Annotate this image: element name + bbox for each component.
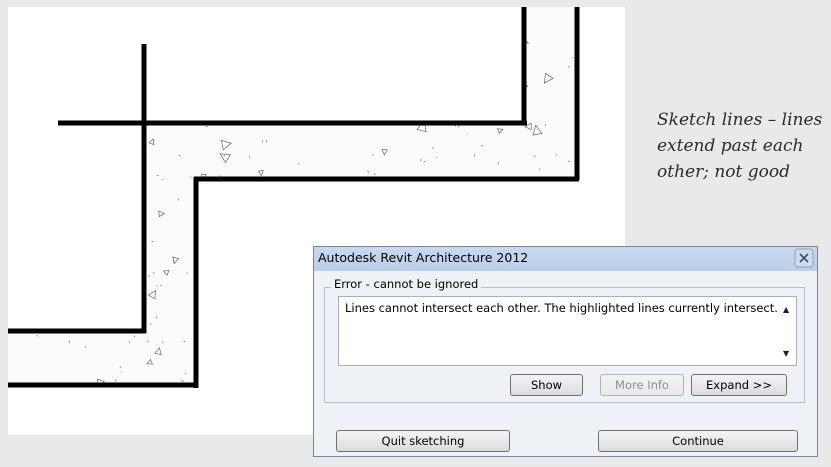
caption-line-1: Sketch lines – lines	[657, 110, 823, 130]
expand-button[interactable]: Expand >>	[691, 374, 787, 396]
close-icon[interactable]	[794, 248, 814, 268]
annotation-caption: Sketch lines – lines extend past each ot…	[657, 107, 831, 185]
scroll-up-arrow-icon[interactable]: ▲	[783, 305, 789, 314]
show-button[interactable]: Show	[510, 374, 583, 396]
continue-button[interactable]: Continue	[598, 430, 798, 452]
dialog-title: Autodesk Revit Architecture 2012	[318, 250, 529, 265]
error-dialog: Autodesk Revit Architecture 2012 Error -…	[313, 246, 818, 457]
caption-line-3: other; not good	[657, 162, 790, 182]
error-group-label: Error - cannot be ignored	[331, 277, 482, 291]
quit-sketching-button[interactable]: Quit sketching	[336, 430, 510, 452]
error-message-box[interactable]: Lines cannot intersect each other. The h…	[338, 296, 797, 366]
error-message-text: Lines cannot intersect each other. The h…	[345, 301, 778, 315]
scroll-down-arrow-icon[interactable]: ▼	[783, 349, 789, 358]
caption-line-2: extend past each	[657, 136, 804, 156]
more-info-button[interactable]: More Info	[600, 374, 684, 396]
message-scrollbar[interactable]: ▲ ▼	[780, 297, 796, 365]
dialog-titlebar[interactable]: Autodesk Revit Architecture 2012	[314, 247, 817, 271]
